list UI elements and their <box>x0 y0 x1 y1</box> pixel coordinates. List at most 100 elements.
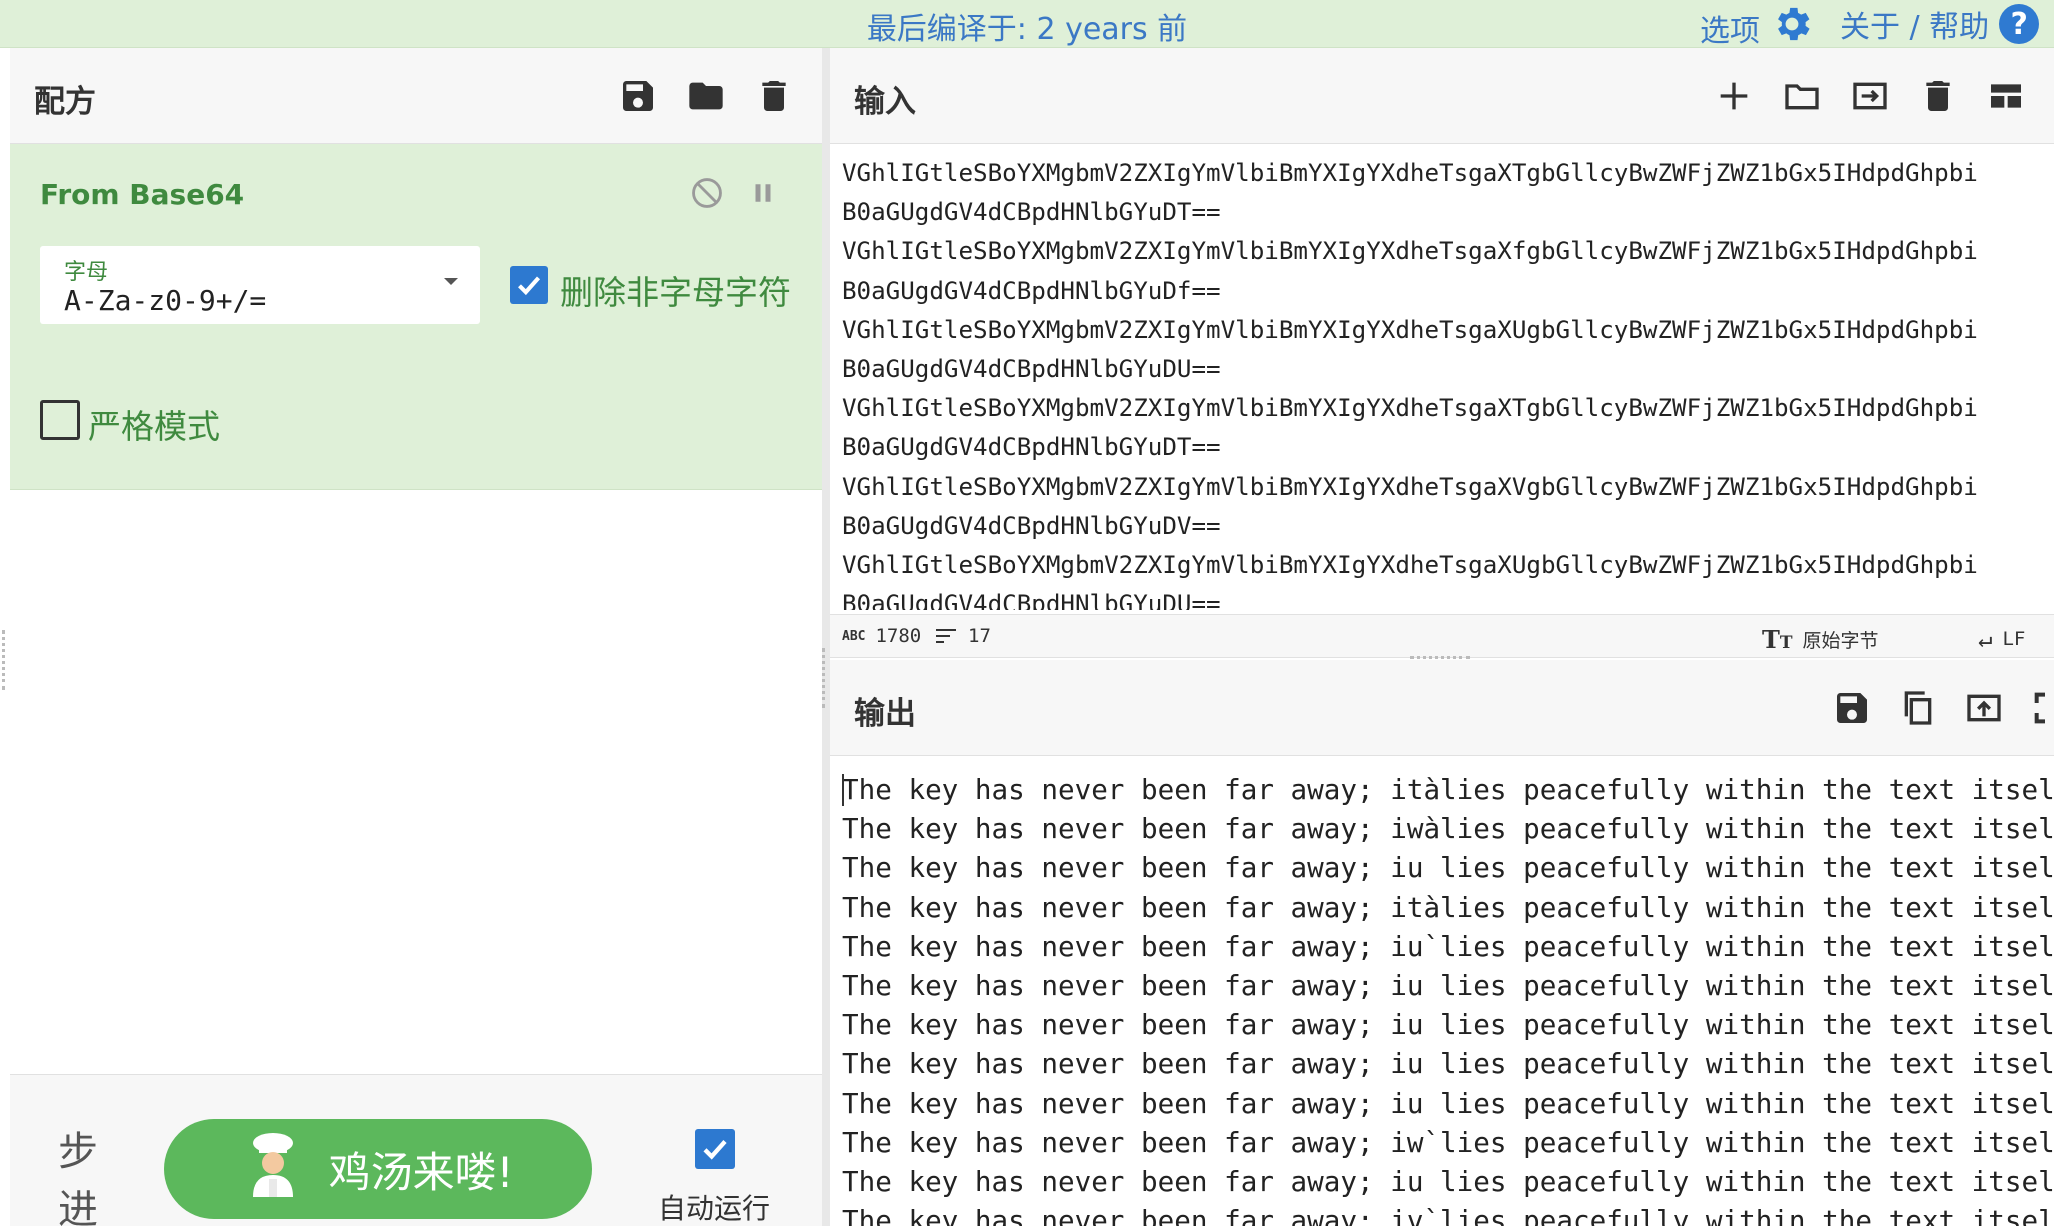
input-file-icon <box>1853 82 1887 110</box>
left-edge-grip[interactable] <box>2 630 5 690</box>
io-panel: 输入 VGhlIGtleSBoYXMgbmV2ZXIgYmVlbiBmYXIgY… <box>830 48 2054 1226</box>
recipe-title: 配方 <box>34 84 96 120</box>
output-textarea[interactable]: The key has never been far away; itàlies… <box>830 756 2054 1226</box>
input-line: VGhlIGtleSBoYXMgbmV2ZXIgYmVlbiBmYXIgYXdh… <box>842 551 1978 580</box>
encoding-label: 原始字节 <box>1802 630 1879 652</box>
input-line: B0aGUgdGV4dCBpdHNlbGYuDU== <box>842 355 1221 384</box>
top-banner: 最后编译于: 2 years 前 选项 关于 / 帮助 ? <box>0 0 2054 49</box>
copy-output-button[interactable] <box>1896 686 1940 730</box>
open-file-button[interactable] <box>1848 74 1892 118</box>
output-line-text: The key has never been far away; iw`lies… <box>842 1125 2054 1159</box>
output-line: The key has never been far away; iw`lies… <box>842 1123 2054 1162</box>
alphabet-select[interactable]: 字母 A-Za-z0-9+/= <box>40 246 480 324</box>
input-textarea[interactable]: VGhlIGtleSBoYXMgbmV2ZXIgYmVlbiBmYXIgYXdh… <box>830 144 2054 610</box>
copy-icon <box>1904 691 1932 725</box>
resize-grip[interactable] <box>822 648 825 708</box>
chevron-down-icon <box>444 278 458 285</box>
output-line-text: The key has never been far away; itàlies… <box>842 773 2054 806</box>
plus-icon <box>1720 82 1748 110</box>
reset-layout-button[interactable] <box>1984 74 2028 118</box>
input-title: 输入 <box>854 84 916 120</box>
text-size-icon: TT <box>1762 625 1793 654</box>
output-line: The key has never been far away; iu lies… <box>842 1044 2054 1083</box>
load-recipe-button[interactable] <box>684 74 728 118</box>
bake-bar: 步进 鸡汤来喽! 自动运行 <box>10 1074 822 1226</box>
folder-icon <box>689 82 723 110</box>
eol-selector[interactable]: ↵ LF <box>1978 625 2025 653</box>
fullscreen-icon <box>2034 692 2045 724</box>
clear-input-button[interactable] <box>1916 74 1960 118</box>
about-help-label: 关于 / 帮助 <box>1840 10 1990 45</box>
input-line: VGhlIGtleSBoYXMgbmV2ZXIgYmVlbiBmYXIgYXdh… <box>842 394 1978 423</box>
disable-icon <box>692 178 722 208</box>
autobake-checkbox[interactable] <box>695 1129 735 1169</box>
output-line: The key has never been far away; itàlies… <box>842 888 2054 927</box>
text-cursor <box>842 774 844 806</box>
return-icon: ↵ <box>1978 625 1993 653</box>
output-line-text: The key has never been far away; iu`lies… <box>842 929 2054 963</box>
output-line-text: The key has never been far away; iu lies… <box>842 1165 2054 1199</box>
input-lines-count: 17 <box>968 625 991 647</box>
abc-icon: ABC <box>842 628 866 644</box>
step-button[interactable]: 步进 <box>58 1123 102 1226</box>
output-line-text: The key has never been far away; iv`lies… <box>842 1204 2054 1226</box>
length-indicator: ABC 1780 <box>842 625 921 647</box>
save-recipe-button[interactable] <box>616 74 660 118</box>
output-line: The key has never been far away; iv`lies… <box>842 1201 2054 1226</box>
input-line: B0aGUgdGV4dCBpdHNlbGYuDf== <box>842 276 1221 305</box>
output-header: 输出 <box>830 660 2054 756</box>
open-folder-button[interactable] <box>1780 74 1824 118</box>
input-line: B0aGUgdGV4dCBpdHNlbGYuDT== <box>842 198 1221 227</box>
operation-from-base64[interactable]: From Base64 字母 A-Za-z0-9+/= 删除非字母字符 严格模式 <box>10 144 822 490</box>
output-line-text: The key has never been far away; itàlies… <box>842 890 2054 924</box>
folder-outline-icon <box>1785 84 1819 110</box>
save-output-button[interactable] <box>1830 686 1874 730</box>
recipe-panel: 配方 From Base64 字母 A-Za-z0-9+/= 删除非字母字符 严… <box>10 48 822 1226</box>
clear-recipe-button[interactable] <box>752 74 796 118</box>
chef-icon <box>243 1131 303 1207</box>
output-line-text: The key has never been far away; iu lies… <box>842 969 2054 1003</box>
input-line: VGhlIGtleSBoYXMgbmV2ZXIgYmVlbiBmYXIgYXdh… <box>842 472 1978 501</box>
input-header: 输入 <box>830 48 2054 144</box>
output-line-text: The key has never been far away; iwàlies… <box>842 812 2054 846</box>
lines-icon <box>936 629 956 643</box>
maximize-output-button[interactable] <box>2028 686 2054 730</box>
output-line: The key has never been far away; iwàlies… <box>842 809 2054 848</box>
autobake-label: 自动运行 <box>658 1192 771 1225</box>
input-line: VGhlIGtleSBoYXMgbmV2ZXIgYmVlbiBmYXIgYXdh… <box>842 159 1978 187</box>
input-line: B0aGUgdGV4dCBpdHNlbGYuDT== <box>842 433 1221 462</box>
input-line: B0aGUgdGV4dCBpdHNlbGYuDU== <box>842 590 1221 610</box>
move-to-input-icon <box>1967 694 2001 722</box>
strict-mode-checkbox[interactable] <box>40 400 80 440</box>
bake-label: 鸡汤来喽! <box>328 1147 514 1197</box>
eol-label: LF <box>2002 628 2026 650</box>
remove-nonalpha-label: 删除非字母字符 <box>560 273 791 312</box>
bake-button[interactable]: 鸡汤来喽! <box>164 1119 592 1219</box>
trash-icon <box>1926 81 1950 111</box>
output-line-text: The key has never been far away; iu lies… <box>842 851 2054 885</box>
breakpoint-button[interactable] <box>748 178 778 213</box>
output-lines: The key has never been far away; itàlies… <box>842 770 2054 1226</box>
trash-icon <box>762 81 786 111</box>
save-icon <box>1837 693 1867 723</box>
options-button[interactable]: 选项 <box>1700 2 1814 54</box>
output-line: The key has never been far away; iu lies… <box>842 966 2054 1005</box>
remove-nonalpha-checkbox[interactable] <box>510 266 548 304</box>
add-input-tab-button[interactable] <box>1712 74 1756 118</box>
input-line: B0aGUgdGV4dCBpdHNlbGYuDV== <box>842 511 1221 540</box>
checkmark-icon <box>518 276 541 296</box>
output-line-text: The key has never been far away; iu lies… <box>842 1008 2054 1042</box>
gear-icon <box>1770 2 1814 54</box>
replace-input-button[interactable] <box>1962 686 2006 730</box>
lines-indicator: 17 <box>934 625 991 647</box>
encoding-selector[interactable]: TT 原始字节 <box>1762 625 1879 654</box>
column-resizer[interactable] <box>822 48 830 1226</box>
help-icon: ? <box>1999 4 2040 44</box>
about-help-button[interactable]: 关于 / 帮助 ? <box>1840 2 2040 46</box>
input-line: VGhlIGtleSBoYXMgbmV2ZXIgYmVlbiBmYXIgYXdh… <box>842 237 1978 266</box>
input-length: 1780 <box>875 625 922 647</box>
output-line-text: The key has never been far away; iu lies… <box>842 1086 2054 1120</box>
io-resize-grip[interactable] <box>1410 656 1470 659</box>
recipe-header: 配方 <box>10 48 822 144</box>
disable-operation-button[interactable] <box>690 176 724 215</box>
